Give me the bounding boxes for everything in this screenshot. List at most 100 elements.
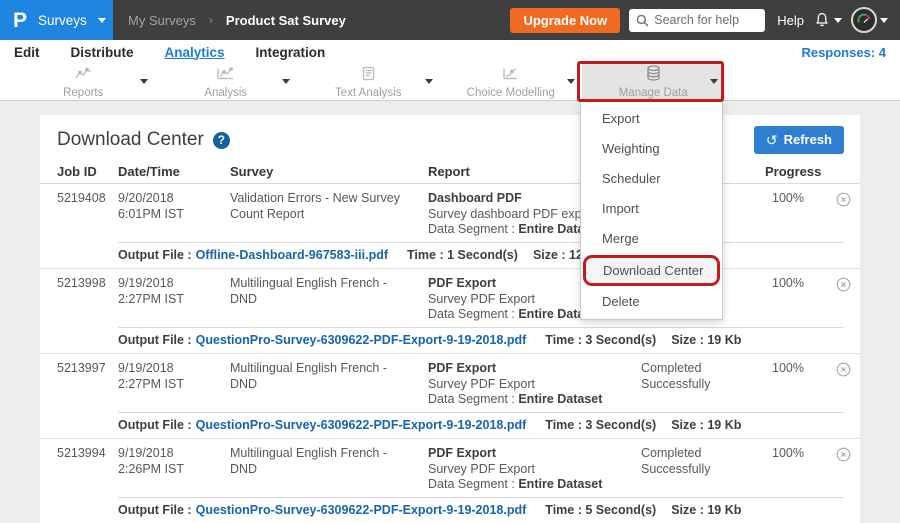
surveys-menu[interactable]: P Surveys bbox=[0, 0, 113, 40]
toolbar-choice-modelling-label: Choice Modelling bbox=[467, 87, 555, 99]
chevron-down-icon bbox=[98, 18, 106, 23]
data-segment: Data Segment : Entire Dataset bbox=[428, 477, 629, 493]
output-file-row: Output File : QuestionPro-Survey-6309622-… bbox=[118, 412, 844, 439]
refresh-button[interactable]: ↺ Refresh bbox=[754, 126, 844, 154]
header-job-id: Job ID bbox=[57, 164, 118, 179]
document-chart-icon bbox=[361, 66, 376, 86]
output-time: Time : 3 Second(s) bbox=[545, 333, 656, 347]
menu-item-delete[interactable]: Delete bbox=[581, 287, 722, 317]
report-desc: Survey PDF Export bbox=[428, 462, 629, 478]
page-title: Download Center bbox=[57, 129, 204, 151]
search-input[interactable] bbox=[654, 13, 758, 27]
output-file-label: Output File : bbox=[118, 503, 192, 517]
output-file-label: Output File : bbox=[118, 418, 192, 432]
download-center-panel: Download Center ? ↺ Refresh Job ID Date/… bbox=[40, 115, 860, 523]
scatter-chart-icon bbox=[216, 66, 235, 86]
toolbar-reports[interactable]: Reports bbox=[12, 64, 155, 100]
menu-item-weighting[interactable]: Weighting bbox=[581, 134, 722, 164]
output-time: Time : 1 Second(s) bbox=[407, 248, 518, 262]
table-body: 5219408 9/20/2018 6:01PM IST Validation … bbox=[40, 184, 860, 523]
toolbar-manage-data[interactable]: Manage Data bbox=[582, 64, 725, 100]
output-time: Time : 3 Second(s) bbox=[545, 418, 656, 432]
toolbar-reports-label: Reports bbox=[63, 87, 103, 99]
output-file-row: Output File : QuestionPro-Survey-6309622-… bbox=[118, 327, 844, 354]
table-row: 5213997 9/19/2018 2:27PM IST Multilingua… bbox=[40, 354, 860, 439]
toolbar-analysis[interactable]: Analysis bbox=[155, 64, 298, 100]
upgrade-now-button[interactable]: Upgrade Now bbox=[510, 8, 620, 33]
data-segment-value: Entire Dataset bbox=[518, 477, 602, 491]
database-icon bbox=[645, 65, 662, 86]
table-row: 5219408 9/20/2018 6:01PM IST Validation … bbox=[40, 184, 860, 269]
cancel-job-icon[interactable] bbox=[827, 361, 860, 408]
cancel-job-icon[interactable] bbox=[827, 191, 860, 238]
menu-item-import[interactable]: Import bbox=[581, 194, 722, 224]
output-size: Size : 19 Kb bbox=[671, 418, 741, 432]
survey-nav: Edit Distribute Analytics Integration Re… bbox=[0, 40, 900, 64]
toolbar-text-analysis[interactable]: Text Analysis bbox=[297, 64, 440, 100]
menu-item-merge[interactable]: Merge bbox=[581, 224, 722, 254]
avatar bbox=[851, 7, 877, 33]
line-chart-icon bbox=[74, 66, 93, 86]
cancel-job-icon[interactable] bbox=[827, 446, 860, 493]
search-icon bbox=[636, 14, 649, 27]
breadcrumb-current: Product Sat Survey bbox=[226, 13, 346, 28]
output-file-link[interactable]: QuestionPro-Survey-6309622-PDF-Export-9-… bbox=[196, 418, 527, 432]
output-file-label: Output File : bbox=[118, 248, 192, 262]
date-time: 9/19/2018 2:26PM IST bbox=[118, 446, 230, 493]
date-time: 9/19/2018 2:27PM IST bbox=[118, 276, 230, 323]
cancel-job-icon[interactable] bbox=[827, 276, 860, 323]
responses-count[interactable]: Responses: 4 bbox=[801, 45, 886, 60]
output-file-link[interactable]: Offline-Dashboard-967583-iii.pdf bbox=[196, 248, 388, 262]
help-link[interactable]: Help bbox=[777, 13, 804, 28]
output-file-link[interactable]: QuestionPro-Survey-6309622-PDF-Export-9-… bbox=[196, 503, 527, 517]
tab-analytics[interactable]: Analytics bbox=[165, 45, 225, 60]
toolbar-manage-data-label: Manage Data bbox=[619, 87, 688, 99]
output-file-row: Output File : Offline-Dashboard-967583-ii… bbox=[118, 242, 844, 269]
notifications-button[interactable] bbox=[813, 11, 842, 29]
refresh-icon: ↺ bbox=[766, 133, 778, 147]
menu-item-download-center[interactable]: Download Center bbox=[586, 258, 717, 283]
tab-distribute[interactable]: Distribute bbox=[71, 45, 134, 60]
output-file-link[interactable]: QuestionPro-Survey-6309622-PDF-Export-9-… bbox=[196, 333, 527, 347]
output-file-label: Output File : bbox=[118, 333, 192, 347]
account-menu[interactable] bbox=[851, 7, 888, 33]
tab-edit[interactable]: Edit bbox=[14, 45, 40, 60]
survey-name: Multilingual English French - DND bbox=[230, 361, 428, 408]
tab-integration[interactable]: Integration bbox=[256, 45, 326, 60]
survey-name: Multilingual English French - DND bbox=[230, 276, 428, 323]
chevron-down-icon[interactable] bbox=[425, 79, 433, 84]
report-info: PDF Export Survey PDF Export Data Segmen… bbox=[428, 361, 641, 408]
chevron-down-icon[interactable] bbox=[567, 79, 575, 84]
help-icon[interactable]: ? bbox=[213, 132, 230, 149]
job-id: 5213997 bbox=[57, 361, 118, 408]
data-segment-value: Entire Dataset bbox=[518, 392, 602, 406]
chevron-down-icon[interactable] bbox=[282, 79, 290, 84]
menu-item-scheduler[interactable]: Scheduler bbox=[581, 164, 722, 194]
status-text: Completed Successfully bbox=[641, 361, 765, 408]
toolbar-choice-modelling[interactable]: Choice Modelling bbox=[440, 64, 583, 100]
date-time: 9/19/2018 2:27PM IST bbox=[118, 361, 230, 408]
data-segment-label: Data Segment : bbox=[428, 307, 515, 321]
gauge-icon bbox=[856, 12, 872, 28]
progress-value: 100% bbox=[765, 191, 827, 238]
top-bar: P Surveys My Surveys › Product Sat Surve… bbox=[0, 0, 900, 40]
data-segment-label: Data Segment : bbox=[428, 222, 515, 236]
job-id: 5219408 bbox=[57, 191, 118, 238]
header-progress: Progress bbox=[765, 164, 827, 179]
surveys-menu-label: Surveys bbox=[38, 13, 87, 28]
chevron-down-icon bbox=[880, 18, 888, 23]
progress-value: 100% bbox=[765, 446, 827, 493]
table-row: 5213994 9/19/2018 2:26PM IST Multilingua… bbox=[40, 439, 860, 523]
toolbar-text-analysis-label: Text Analysis bbox=[335, 87, 401, 99]
analytics-toolbar: Reports Analysis Text Analysis Choice Mo… bbox=[0, 64, 900, 101]
chevron-down-icon[interactable] bbox=[710, 79, 718, 84]
chevron-down-icon[interactable] bbox=[140, 79, 148, 84]
menu-item-export[interactable]: Export bbox=[581, 104, 722, 134]
breadcrumb-my-surveys[interactable]: My Surveys bbox=[128, 13, 196, 28]
breadcrumb: My Surveys › Product Sat Survey bbox=[113, 13, 510, 28]
chevron-down-icon bbox=[834, 18, 842, 23]
table-header: Job ID Date/Time Survey Report Progress bbox=[40, 155, 860, 184]
table-row: 5213998 9/19/2018 2:27PM IST Multilingua… bbox=[40, 269, 860, 354]
job-id: 5213994 bbox=[57, 446, 118, 493]
help-search[interactable] bbox=[629, 9, 765, 32]
